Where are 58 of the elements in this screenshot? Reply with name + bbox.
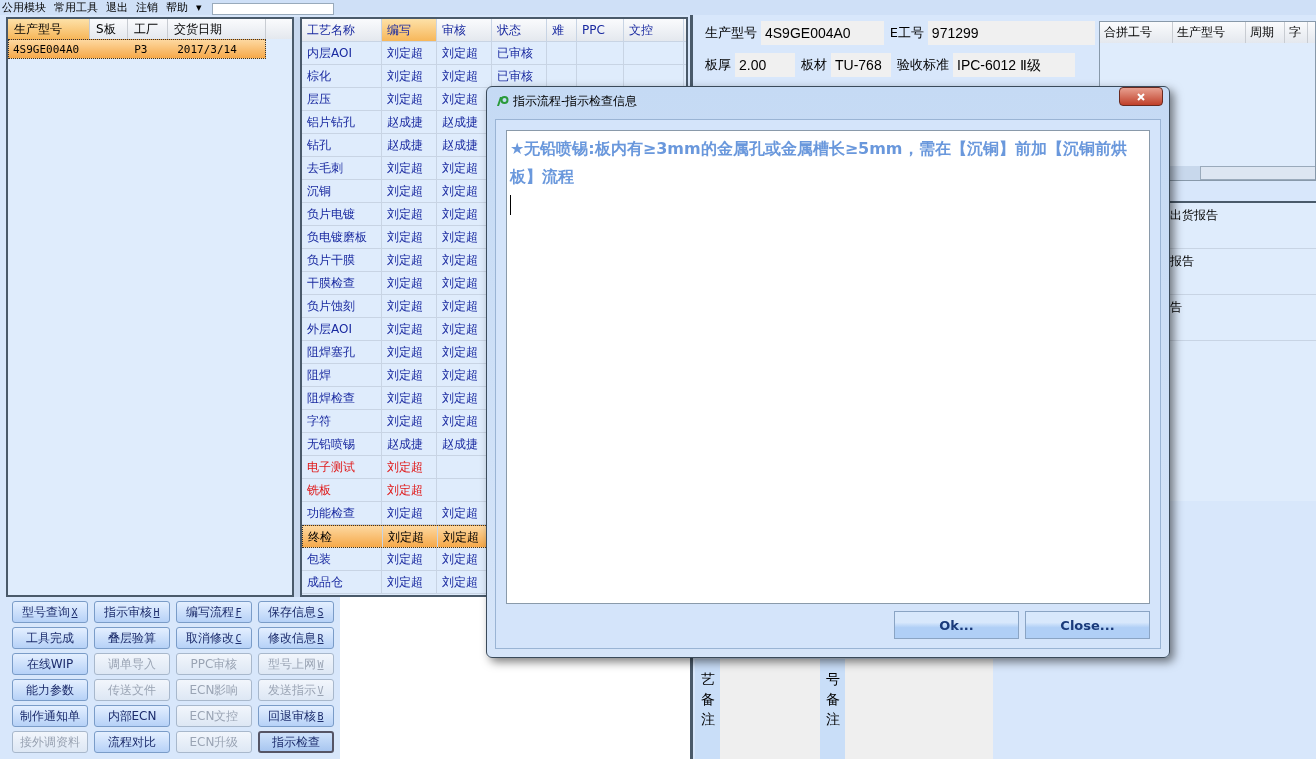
column-header[interactable]: 编写 [382, 19, 437, 41]
field-label: 验收标准 [897, 56, 949, 74]
action-button[interactable]: 内部ECN [94, 705, 170, 727]
menu-item[interactable]: 公用模块 [2, 1, 46, 15]
column-header[interactable]: 审核 [437, 19, 492, 41]
menu-item[interactable]: 常用工具 [54, 1, 98, 15]
dialog-button[interactable]: Close... [1025, 611, 1150, 639]
action-button[interactable]: 流程对比 [94, 731, 170, 753]
text-field[interactable]: 2.00 [735, 53, 795, 77]
action-button[interactable]: 制作通知单 [12, 705, 88, 727]
close-icon [1136, 91, 1146, 102]
splitter-handle[interactable] [294, 17, 300, 597]
action-button[interactable]: 型号查询 X [12, 601, 88, 623]
field-label: E工号 [889, 24, 924, 42]
action-button[interactable]: 在线WIP [12, 653, 88, 675]
action-button[interactable]: 指示审核H [94, 601, 170, 623]
menu-item[interactable]: 注销 [136, 1, 158, 15]
dialog-title: 指示流程-指示检查信息 [513, 92, 638, 110]
action-button[interactable]: 修改信息R [258, 627, 334, 649]
table-row[interactable]: 内层AOI 刘定超 刘定超 已审核 [302, 42, 686, 65]
menu-item[interactable]: ▾ [196, 1, 202, 15]
text-field[interactable]: 971299 [927, 21, 1095, 45]
action-button[interactable]: 能力参数 [12, 679, 88, 701]
column-header[interactable]: 文控 [624, 19, 684, 41]
toolbar-combo[interactable] [211, 3, 334, 15]
remark-label: 艺备注 [695, 659, 720, 759]
text-field[interactable]: IPC-6012 Ⅱ级 [953, 53, 1075, 77]
column-header[interactable]: PPC [577, 19, 624, 41]
action-button[interactable]: 指示检查 [258, 731, 334, 753]
column-header[interactable]: 生产型号 [8, 19, 90, 39]
message-text: ★无铅喷锡:板内有≥3mm的金属孔或金属槽长≥5mm，需在【沉铜】前加【沉铜前烘板】流程 [510, 138, 1128, 188]
column-header[interactable]: 难 [547, 19, 577, 41]
text-field[interactable]: 4S9GE004A0 [761, 21, 884, 45]
remark-field[interactable] [720, 659, 820, 759]
menu-item[interactable]: 帮助 [166, 1, 188, 15]
app-icon [495, 94, 509, 108]
action-button[interactable]: 工具完成 [12, 627, 88, 649]
action-button[interactable]: 回退审核B [258, 705, 334, 727]
field-label: 板材 [801, 56, 827, 74]
menu-item[interactable]: 退出 [106, 1, 128, 15]
action-button[interactable]: 编写流程F [176, 601, 252, 623]
remark-label: 号备注 [820, 659, 845, 759]
table-row[interactable]: 4S9GE004A0 P3 2017/3/14 [8, 39, 266, 59]
action-button[interactable]: 保存信息S [258, 601, 334, 623]
column-header[interactable]: 状态 [492, 19, 547, 41]
column-header[interactable]: 周期 [1246, 22, 1285, 43]
field-label: 板厚 [705, 56, 731, 74]
field-label: 生产型号 [705, 24, 757, 42]
action-button[interactable]: 叠层验算 [94, 627, 170, 649]
close-button[interactable] [1119, 87, 1163, 106]
text-field[interactable]: TU-768 [831, 53, 891, 77]
column-header[interactable]: 合拼工号 [1100, 22, 1173, 43]
column-header[interactable]: 生产型号 [1173, 22, 1246, 43]
text-caret [510, 195, 511, 215]
action-button[interactable]: 取消修改 C [176, 627, 252, 649]
remark-field[interactable] [845, 659, 993, 759]
column-header[interactable]: 字 [1285, 22, 1308, 43]
dialog-button[interactable]: Ok... [894, 611, 1019, 639]
